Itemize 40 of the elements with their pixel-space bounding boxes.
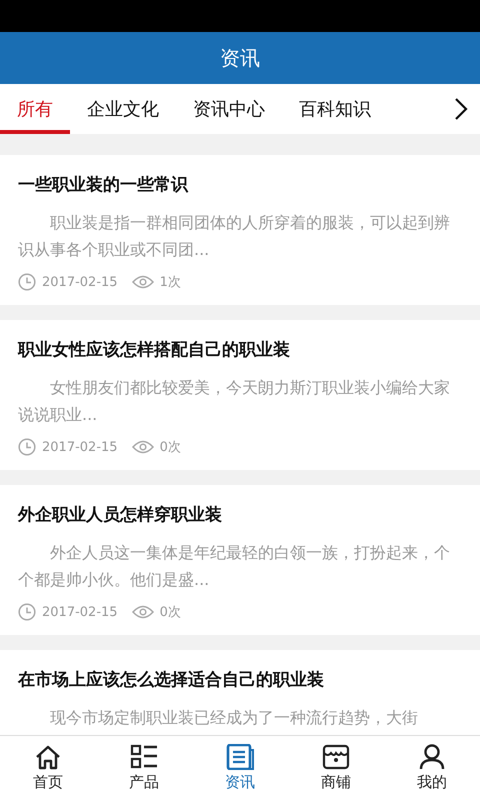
category-tab[interactable]: 百科知识 [282, 84, 388, 134]
clock-icon [18, 438, 36, 456]
view-count: 0次 [160, 439, 181, 456]
user-icon [418, 744, 446, 770]
article-title: 外企职业人员怎样穿职业装 [18, 504, 223, 527]
article-date: 2017-02-15 [42, 604, 118, 620]
eye-icon [132, 440, 154, 454]
article-title: 一些职业装的一些常识 [18, 174, 190, 197]
category-tab[interactable]: 企业文化 [70, 84, 176, 134]
list-icon [130, 744, 158, 770]
category-tab[interactable]: 资讯中心 [176, 84, 282, 134]
article-card[interactable]: 一些职业装的一些常识 职业装是指一群相同团体的人所穿着的服装，可以起到辨识从事各个职业或不同团... 2017-02-15 1次 [0, 155, 480, 305]
view-count: 1次 [160, 274, 181, 291]
clock-icon [18, 273, 36, 291]
clock-icon [18, 603, 36, 621]
nav-item[interactable]: 资讯 [192, 736, 288, 800]
nav-item[interactable]: 商铺 [288, 736, 384, 800]
document-icon [226, 744, 254, 770]
category-tab[interactable]: 所有 [0, 84, 70, 134]
article-summary: 女性朋友们都比较爱美，今天朗力斯汀职业装小编给大家说说职业... [18, 377, 451, 426]
view-count: 0次 [160, 604, 181, 621]
eye-icon [132, 605, 154, 619]
article-date: 2017-02-15 [42, 440, 118, 454]
home-icon [34, 744, 62, 770]
article-summary: 现今市场定制职业装已经成为了一种流行趋势，大街 [49, 707, 419, 729]
article-date: 2017-02-15 [42, 274, 118, 290]
article-title: 职业女性应该怎样搭配自己的职业装 [18, 339, 291, 362]
article-card[interactable]: 在市场上应该怎么选择适合自己的职业装 现今市场定制职业装已经成为了一种流行趋势，大街 [0, 650, 480, 735]
article-card[interactable]: 职业女性应该怎样搭配自己的职业装 女性朋友们都比较爱美，今天朗力斯汀职业装小编给大家说说职业... 2017-02-15 0次 [0, 320, 480, 470]
shop-icon [322, 744, 350, 770]
nav-item[interactable]: 首页 [0, 736, 96, 800]
nav-item[interactable]: 我的 [384, 736, 480, 800]
chevron-right-icon[interactable] [454, 97, 468, 121]
article-summary: 职业装是指一群相同团体的人所穿着的服装，可以起到辨识从事各个职业或不同团... [18, 212, 451, 261]
page-title: 资讯 [220, 44, 260, 72]
article-summary: 外企人员这一集体是年纪最轻的白领一族，打扮起来，个个都是帅小伙。他们是盛... [18, 542, 451, 591]
nav-item[interactable]: 产品 [96, 736, 192, 800]
eye-icon [132, 275, 154, 289]
article-title: 在市场上应该怎么选择适合自己的职业装 [18, 669, 325, 692]
article-card[interactable]: 外企职业人员怎样穿职业装 外企人员这一集体是年纪最轻的白领一族，打扮起来，个个都是帅小伙。他们是盛... 2017-02-15 0次 [0, 485, 480, 635]
